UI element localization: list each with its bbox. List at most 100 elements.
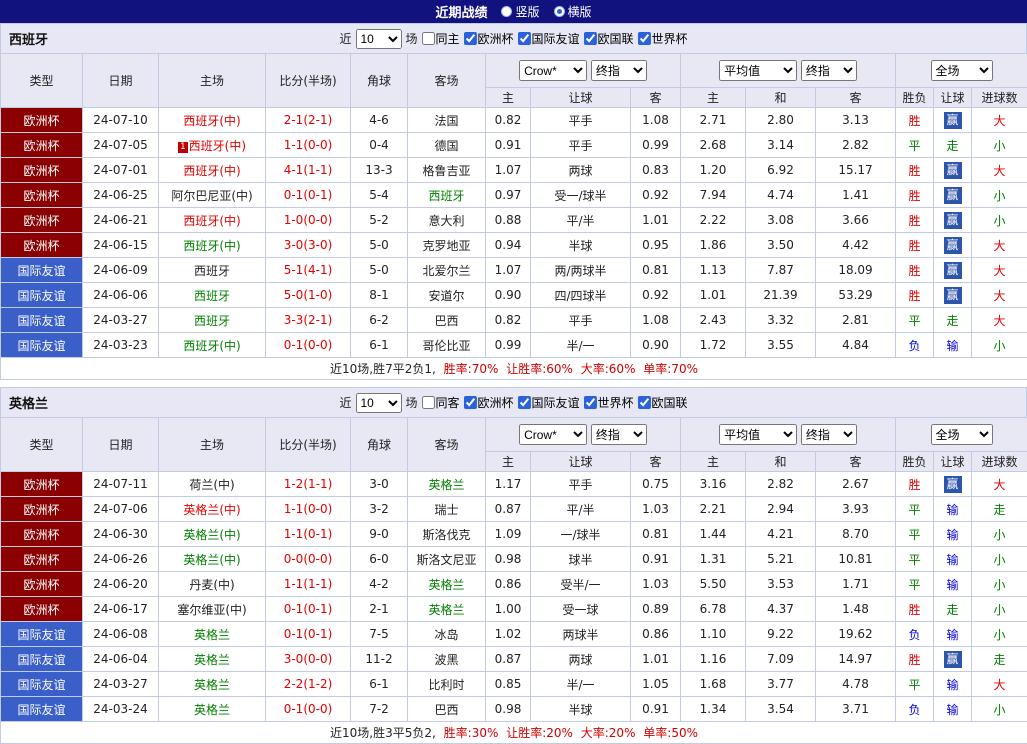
away-team-name: 巴西	[434, 703, 458, 717]
same-venue-filter[interactable]: 同客	[421, 394, 459, 411]
bookmaker-stage-select[interactable]: 终指	[591, 424, 647, 445]
home-team[interactable]: 西班牙(中)	[159, 208, 266, 233]
matches-label: 场	[405, 394, 417, 411]
away-team[interactable]: 巴西	[408, 697, 486, 722]
odds-home: 1.00	[486, 597, 531, 622]
summary-row: 近10场,胜7平2负1, 胜率:70% 让胜率:60% 大率:60% 单率:70…	[1, 358, 1027, 380]
away-team[interactable]: 英格兰	[408, 472, 486, 497]
same-venue-filter[interactable]: 同主	[421, 30, 459, 47]
average-stage-select[interactable]: 终指	[801, 60, 857, 81]
league-checkbox[interactable]	[463, 32, 476, 45]
avg-away: 1.71	[816, 572, 896, 597]
odds-home: 0.94	[486, 233, 531, 258]
bookmaker-select[interactable]: Crow*	[519, 424, 587, 445]
away-team[interactable]: 斯洛文尼亚	[408, 547, 486, 572]
league-checkbox[interactable]	[584, 32, 597, 45]
match-count-select[interactable]: 10	[355, 29, 401, 49]
away-team-name: 意大利	[428, 214, 464, 228]
home-team[interactable]: 西班牙(中)	[159, 333, 266, 358]
sub-header-avg-home: 主	[681, 88, 746, 108]
home-team[interactable]: 英格兰	[159, 647, 266, 672]
league-filter-nations[interactable]: 欧国联	[638, 394, 688, 411]
match-type: 国际友谊	[1, 647, 83, 672]
home-team[interactable]: 西班牙	[159, 283, 266, 308]
home-team[interactable]: 西班牙(中)	[159, 158, 266, 183]
league-filter-nations[interactable]: 欧国联	[584, 30, 634, 47]
odds-away: 0.92	[631, 283, 681, 308]
away-team[interactable]: 比利时	[408, 672, 486, 697]
league-checkbox[interactable]	[518, 32, 531, 45]
away-team[interactable]: 英格兰	[408, 597, 486, 622]
fulltime-select[interactable]: 全场	[931, 424, 993, 445]
away-team[interactable]: 格鲁吉亚	[408, 158, 486, 183]
outcome-text: 平	[909, 553, 921, 567]
home-team[interactable]: 荷兰(中)	[159, 472, 266, 497]
average-select[interactable]: 平均值	[719, 424, 797, 445]
league-checkbox[interactable]	[518, 396, 531, 409]
league-filter-euro[interactable]: 欧洲杯	[463, 394, 513, 411]
home-team[interactable]: 英格兰(中)	[159, 547, 266, 572]
league-filter-worldcup[interactable]: 世界杯	[638, 30, 688, 47]
home-team[interactable]: 英格兰(中)	[159, 497, 266, 522]
away-team[interactable]: 德国	[408, 133, 486, 158]
home-team[interactable]: 英格兰	[159, 672, 266, 697]
odds-away: 0.75	[631, 472, 681, 497]
home-team[interactable]: 1西班牙(中)	[159, 133, 266, 158]
away-team[interactable]: 瑞士	[408, 497, 486, 522]
league-filter-euro[interactable]: 欧洲杯	[463, 30, 513, 47]
home-team[interactable]: 西班牙	[159, 258, 266, 283]
away-team[interactable]: 巴西	[408, 308, 486, 333]
away-team[interactable]: 斯洛伐克	[408, 522, 486, 547]
away-team[interactable]: 冰岛	[408, 622, 486, 647]
same-venue-checkbox[interactable]	[421, 32, 434, 45]
away-team[interactable]: 意大利	[408, 208, 486, 233]
away-team[interactable]: 波黑	[408, 647, 486, 672]
home-team[interactable]: 英格兰	[159, 697, 266, 722]
bookmaker-select[interactable]: Crow*	[519, 60, 587, 81]
away-team[interactable]: 克罗地亚	[408, 233, 486, 258]
handicap-result-text: 赢	[944, 187, 962, 204]
outcome-text: 胜	[909, 289, 921, 303]
league-checkbox[interactable]	[638, 32, 651, 45]
home-team[interactable]: 西班牙(中)	[159, 233, 266, 258]
score-text: 1-1(1-1)	[284, 577, 333, 591]
avg-away: 15.17	[816, 158, 896, 183]
league-filter-friendly[interactable]: 国际友谊	[518, 394, 580, 411]
home-team[interactable]: 阿尔巴尼亚(中)	[159, 183, 266, 208]
match-row: 国际友谊24-03-23西班牙(中)0-1(0-0)6-1哥伦比亚0.99半/一…	[1, 333, 1027, 358]
layout-option-horizontal[interactable]: 横版	[554, 3, 592, 20]
sub-header-odds-away: 客	[631, 452, 681, 472]
home-team-name: 丹麦(中)	[189, 578, 234, 592]
away-team[interactable]: 安道尔	[408, 283, 486, 308]
home-team[interactable]: 塞尔维亚(中)	[159, 597, 266, 622]
match-count-select[interactable]: 10	[355, 393, 401, 413]
average-stage-select[interactable]: 终指	[801, 424, 857, 445]
handicap-result-text: 输	[947, 528, 959, 542]
fulltime-select[interactable]: 全场	[931, 60, 993, 81]
league-filter-worldcup[interactable]: 世界杯	[584, 394, 634, 411]
league-filter-friendly[interactable]: 国际友谊	[518, 30, 580, 47]
odds-home: 0.87	[486, 497, 531, 522]
home-team[interactable]: 西班牙(中)	[159, 108, 266, 133]
bookmaker-stage-select[interactable]: 终指	[591, 60, 647, 81]
league-checkbox[interactable]	[463, 396, 476, 409]
home-team[interactable]: 西班牙	[159, 308, 266, 333]
league-checkbox[interactable]	[638, 396, 651, 409]
match-score: 1-1(1-1)	[266, 572, 351, 597]
home-team[interactable]: 英格兰	[159, 622, 266, 647]
away-team[interactable]: 英格兰	[408, 572, 486, 597]
handicap-result-text: 输	[947, 578, 959, 592]
away-team[interactable]: 哥伦比亚	[408, 333, 486, 358]
sub-header-avg-away: 客	[816, 88, 896, 108]
home-team[interactable]: 丹麦(中)	[159, 572, 266, 597]
away-team[interactable]: 西班牙	[408, 183, 486, 208]
layout-option-vertical[interactable]: 竖版	[501, 3, 539, 20]
odds-handicap: 半球	[531, 233, 631, 258]
away-team[interactable]: 北爱尔兰	[408, 258, 486, 283]
league-checkbox[interactable]	[584, 396, 597, 409]
result-outcome: 胜	[896, 597, 934, 622]
same-venue-checkbox[interactable]	[421, 396, 434, 409]
away-team[interactable]: 法国	[408, 108, 486, 133]
average-select[interactable]: 平均值	[719, 60, 797, 81]
home-team[interactable]: 英格兰(中)	[159, 522, 266, 547]
